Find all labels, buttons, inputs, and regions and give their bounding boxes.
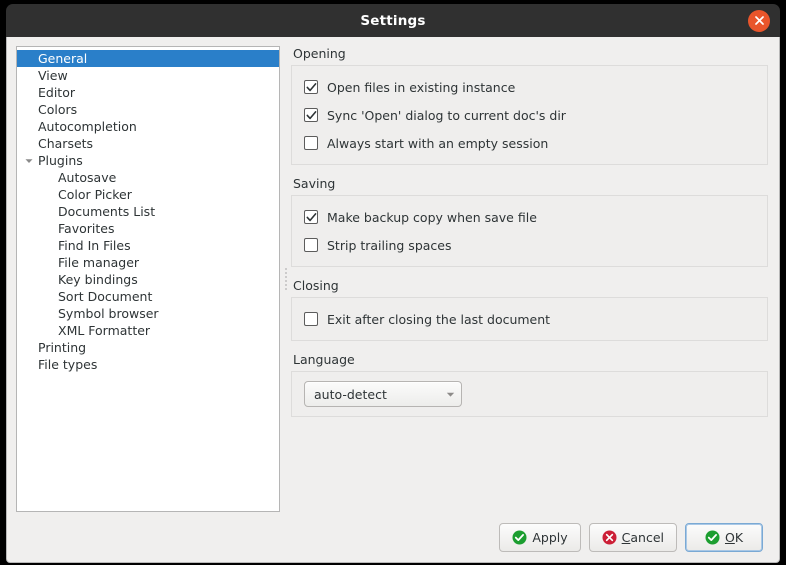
sidebar-item-label: Printing (38, 340, 87, 355)
dialog-body: General View Editor Colors Autocompletion Cha… (6, 37, 780, 563)
sidebar-item-charsets[interactable]: Charsets (17, 135, 279, 152)
group-frame: Make backup copy when save file Strip tra… (291, 195, 768, 267)
sidebar-item-label: Key bindings (58, 272, 138, 287)
sidebar-item-autosave[interactable]: Autosave (17, 169, 279, 186)
checkbox-row[interactable]: Make backup copy when save file (304, 205, 755, 229)
sidebar-item-label: Autocompletion (38, 119, 137, 134)
group-title: Closing (293, 278, 339, 293)
checkbox-row[interactable]: Always start with an empty session (304, 131, 755, 155)
window-title: Settings (360, 12, 426, 29)
checkbox-label: Open files in existing instance (327, 79, 516, 95)
titlebar: Settings (6, 4, 780, 37)
group-title: Opening (293, 46, 346, 61)
group-frame: Exit after closing the last document (291, 297, 768, 341)
chevron-down-icon[interactable] (21, 157, 37, 165)
sidebar-item-key-bindings[interactable]: Key bindings (17, 271, 279, 288)
sidebar-item-find-in-files[interactable]: Find In Files (17, 237, 279, 254)
dialog-button-bar: Apply Cancel OK (16, 512, 770, 562)
settings-content-pane: Opening Open files in existing instance Sy… (291, 46, 770, 512)
checkbox-label: Exit after closing the last document (327, 311, 551, 327)
sidebar-item-symbol-browser[interactable]: Symbol browser (17, 305, 279, 322)
checkbox-unchecked-icon[interactable] (304, 136, 318, 150)
chevron-down-icon (446, 390, 455, 399)
checkbox-unchecked-icon[interactable] (304, 238, 318, 252)
cancel-circle-icon (602, 530, 617, 545)
checkbox-row[interactable]: Strip trailing spaces (304, 233, 755, 257)
group-frame: auto-detect (291, 371, 768, 417)
settings-group-language: Language auto-detect (291, 352, 768, 417)
sidebar-item-label: Charsets (38, 136, 94, 151)
settings-group-saving: Saving Make backup copy when save file Str… (291, 176, 768, 267)
checkbox-row[interactable]: Open files in existing instance (304, 75, 755, 99)
sidebar-item-label: Favorites (58, 221, 115, 236)
pane-splitter[interactable] (280, 46, 291, 512)
sidebar-item-label: Plugins (38, 153, 83, 168)
sidebar-item-sort-document[interactable]: Sort Document (17, 288, 279, 305)
check-circle-icon (705, 530, 720, 545)
apply-button[interactable]: Apply (499, 522, 581, 552)
sidebar-item-label: Colors (38, 102, 78, 117)
sidebar-item-printing[interactable]: Printing (17, 339, 279, 356)
settings-category-tree[interactable]: General View Editor Colors Autocompletion Cha… (16, 46, 280, 512)
sidebar-item-label: Sort Document (58, 289, 153, 304)
sidebar-item-file-manager[interactable]: File manager (17, 254, 279, 271)
settings-group-closing: Closing Exit after closing the last docum… (291, 278, 768, 341)
checkbox-checked-icon[interactable] (304, 108, 318, 122)
button-label: Apply (532, 529, 568, 545)
ok-button[interactable]: OK (685, 522, 763, 552)
group-title: Language (293, 352, 355, 367)
sidebar-item-view[interactable]: View (17, 67, 279, 84)
sidebar-item-label: Symbol browser (58, 306, 159, 321)
sidebar-item-label: XML Formatter (58, 323, 151, 338)
button-label: Cancel (621, 529, 664, 545)
cancel-button[interactable]: Cancel (588, 522, 677, 552)
sidebar-item-label: General (38, 51, 88, 66)
language-select-value: auto-detect (314, 386, 387, 402)
checkbox-checked-icon[interactable] (304, 80, 318, 94)
sidebar-item-label: Find In Files (58, 238, 131, 253)
checkbox-label: Always start with an empty session (327, 135, 549, 151)
splitter-grip-icon (284, 268, 287, 290)
sidebar-item-autocompletion[interactable]: Autocompletion (17, 118, 279, 135)
group-frame: Open files in existing instance Sync 'Ope… (291, 65, 768, 165)
checkbox-unchecked-icon[interactable] (304, 312, 318, 326)
sidebar-item-label: Color Picker (58, 187, 132, 202)
checkbox-label: Make backup copy when save file (327, 209, 537, 225)
close-icon[interactable] (748, 9, 770, 32)
sidebar-item-label: Editor (38, 85, 75, 100)
sidebar-item-label: Documents List (58, 204, 156, 219)
sidebar-item-xml-formatter[interactable]: XML Formatter (17, 322, 279, 339)
sidebar-item-file-types[interactable]: File types (17, 356, 279, 373)
checkbox-label: Strip trailing spaces (327, 237, 452, 253)
sidebar-item-label: View (38, 68, 68, 83)
sidebar-item-label: Autosave (58, 170, 117, 185)
sidebar-item-plugins[interactable]: Plugins (17, 152, 279, 169)
checkbox-row[interactable]: Sync 'Open' dialog to current doc's dir (304, 103, 755, 127)
content-panes: General View Editor Colors Autocompletion Cha… (16, 46, 770, 512)
sidebar-item-documents-list[interactable]: Documents List (17, 203, 279, 220)
sidebar-item-color-picker[interactable]: Color Picker (17, 186, 279, 203)
check-circle-icon (512, 530, 527, 545)
sidebar-item-general[interactable]: General (17, 50, 279, 67)
checkbox-checked-icon[interactable] (304, 210, 318, 224)
settings-group-opening: Opening Open files in existing instance Sy… (291, 46, 768, 165)
checkbox-label: Sync 'Open' dialog to current doc's dir (327, 107, 566, 123)
sidebar-item-label: File manager (58, 255, 140, 270)
language-select[interactable]: auto-detect (304, 381, 462, 407)
group-title: Saving (293, 176, 336, 191)
sidebar-item-label: File types (38, 357, 98, 372)
sidebar-item-colors[interactable]: Colors (17, 101, 279, 118)
sidebar-item-favorites[interactable]: Favorites (17, 220, 279, 237)
sidebar-item-editor[interactable]: Editor (17, 84, 279, 101)
settings-dialog-window: Settings General View Editor Colors Autocomp… (0, 0, 786, 565)
button-label: OK (724, 529, 744, 545)
checkbox-row[interactable]: Exit after closing the last document (304, 307, 755, 331)
